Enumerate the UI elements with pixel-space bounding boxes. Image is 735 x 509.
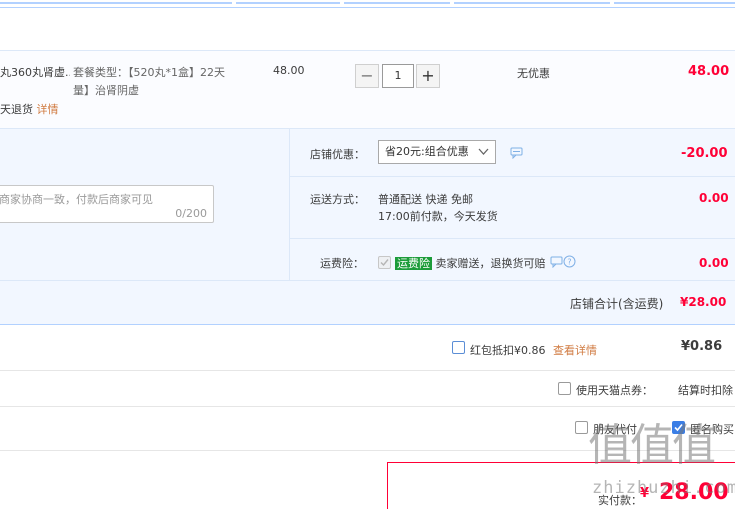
memo-counter: 0/200 — [175, 207, 207, 220]
header-col-discount — [454, 0, 610, 4]
tmall-points-label: 使用天猫点券： — [576, 384, 653, 397]
item-subtotal: 48.00 — [688, 64, 730, 79]
memo-placeholder: 商家协商一致，付款后商家可见 — [0, 193, 153, 206]
quantity-input[interactable]: 1 — [382, 64, 414, 88]
detail-link[interactable]: 详情 — [37, 103, 59, 116]
shipping-label: 运送方式： — [310, 193, 365, 206]
insurance-label: 运费险： — [320, 257, 364, 270]
watermark-logo: 值值值 — [588, 420, 716, 471]
shop-discount-selected: 省20元:组合优惠 — [385, 145, 469, 158]
header-col-price — [236, 0, 340, 4]
insurance-text: 卖家赠送，退换货可赔 — [435, 257, 546, 270]
insurance-tag: 运费险 — [395, 257, 432, 270]
buyer-memo-field[interactable]: 商家协商一致，付款后商家可见 0/200 — [0, 185, 214, 223]
help-icon[interactable]: ? — [563, 255, 576, 268]
tmall-points-value: 结算时扣除 — [678, 384, 733, 397]
panel-row-divider — [290, 238, 735, 239]
message-icon[interactable] — [510, 147, 523, 159]
item-discount: 无优惠 — [517, 67, 550, 80]
shop-total-amount: ¥28.00 — [680, 295, 727, 309]
shipping-note: 17:00前付款，今天发货 — [378, 210, 498, 223]
friend-pay-checkbox[interactable] — [575, 421, 588, 434]
red-packet-label: 红包抵扣¥0.86 — [470, 344, 546, 357]
red-packet-amount: ¥0.86 — [681, 339, 723, 354]
red-packet-detail-link[interactable]: 查看详情 — [553, 342, 597, 358]
chevron-down-icon — [478, 148, 489, 155]
row-separator — [0, 370, 735, 371]
return-policy: 天退货 详情 — [0, 101, 59, 117]
item-sku: 套餐类型：【520丸*1盒】22天量】治肾阴虚 — [73, 66, 225, 97]
shop-discount-label: 店铺优惠： — [310, 148, 365, 161]
insurance-info: 运费险 卖家赠送，退换货可赔 — [395, 255, 546, 271]
header-col-qty — [344, 0, 450, 4]
return-policy-text: 天退货 — [0, 103, 33, 116]
shipping-amount: 0.00 — [699, 191, 729, 205]
item-title[interactable]: 丸360丸肾虚... — [0, 64, 70, 80]
insurance-checkbox — [378, 256, 391, 269]
quantity-decrease-button[interactable]: − — [355, 64, 379, 88]
unit-price: 48.00 — [273, 64, 305, 77]
panel-row-divider — [290, 176, 735, 177]
shipping-method: 普通配送 快递 免邮 — [378, 193, 473, 206]
check-icon — [380, 259, 389, 267]
insurance-amount: 0.00 — [699, 256, 729, 270]
tmall-points-checkbox[interactable] — [558, 382, 571, 395]
shop-total-label: 店铺合计(含运费) — [570, 297, 664, 311]
shop-discount-select[interactable]: 省20元:组合优惠 — [378, 140, 496, 164]
row-separator — [0, 406, 735, 407]
svg-text:?: ? — [567, 258, 571, 267]
panel-divider — [289, 128, 290, 280]
header-col-subtotal — [614, 0, 735, 4]
quantity-increase-button[interactable]: + — [416, 64, 440, 88]
message-icon[interactable] — [550, 256, 563, 268]
header-col-product — [0, 0, 232, 4]
red-packet-checkbox[interactable] — [452, 341, 465, 354]
watermark-site: zhizhuzhi.com — [592, 478, 735, 498]
shop-discount-amount: -20.00 — [681, 146, 728, 161]
